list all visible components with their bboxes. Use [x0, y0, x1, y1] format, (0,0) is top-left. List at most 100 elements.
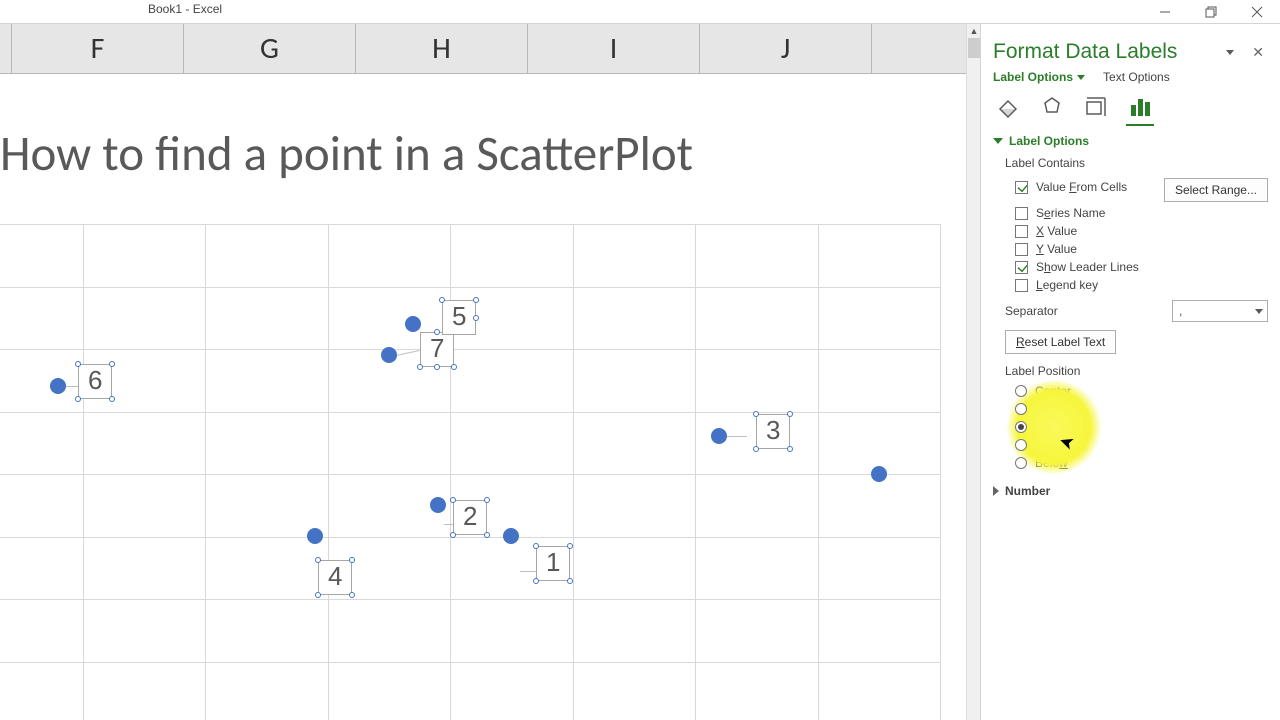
- radio-left[interactable]: [1015, 403, 1027, 415]
- checkbox-y-value[interactable]: [1015, 243, 1028, 256]
- radio-below[interactable]: [1015, 457, 1027, 469]
- section-number[interactable]: Number: [993, 484, 1268, 498]
- gridline: [328, 224, 329, 720]
- leader-line: [725, 436, 747, 437]
- radio-label: Center: [1035, 384, 1071, 398]
- data-label[interactable]: 5: [442, 300, 476, 335]
- tab-label: Text Options: [1103, 70, 1170, 84]
- window-restore-button[interactable]: [1188, 0, 1234, 24]
- label-contains-heading: Label Contains: [1005, 156, 1268, 170]
- data-label-text: 5: [452, 301, 466, 331]
- separator-label: Separator: [1005, 304, 1058, 318]
- gridline: [83, 224, 84, 720]
- data-label[interactable]: 7: [420, 332, 454, 367]
- window-title: Book1 - Excel: [148, 2, 222, 16]
- data-marker[interactable]: [871, 466, 887, 482]
- gridline: [0, 412, 940, 413]
- data-label[interactable]: 4: [318, 560, 352, 595]
- window-minimize-button[interactable]: [1142, 0, 1188, 24]
- radio-label: Below: [1035, 456, 1068, 470]
- fill-line-icon[interactable]: [995, 94, 1021, 120]
- label-position-heading: Label Position: [1005, 364, 1268, 378]
- checkbox-label: Show Leader Lines: [1036, 260, 1139, 274]
- data-label[interactable]: 6: [78, 364, 112, 399]
- data-label-text: 3: [766, 415, 780, 445]
- tab-label-options[interactable]: Label Options: [993, 70, 1085, 84]
- checkbox-x-value[interactable]: [1015, 225, 1028, 238]
- expand-icon: [993, 138, 1003, 144]
- radio-above[interactable]: [1015, 439, 1027, 451]
- section-title: Number: [1005, 484, 1050, 498]
- label-options-icon[interactable]: [1127, 94, 1153, 120]
- chevron-down-icon: [1255, 309, 1263, 314]
- pane-close-button[interactable]: ✕: [1248, 42, 1268, 63]
- select-range-button[interactable]: Select Range...: [1164, 178, 1268, 202]
- chart-object[interactable]: How to find a point in a ScatterPlot: [0, 74, 966, 720]
- radio-label: Right: [1035, 420, 1063, 434]
- column-headers: F G H I J: [0, 24, 966, 74]
- section-label-options[interactable]: Label Options: [993, 134, 1268, 148]
- gridline: [0, 349, 940, 350]
- data-label[interactable]: 1: [536, 546, 570, 581]
- gridline: [940, 224, 941, 720]
- gridline: [0, 599, 940, 600]
- data-label[interactable]: 3: [756, 414, 790, 449]
- data-marker[interactable]: [50, 378, 66, 394]
- gridline: [450, 224, 451, 720]
- checkbox-show-leader-lines[interactable]: [1015, 261, 1028, 274]
- separator-select[interactable]: ,: [1172, 300, 1268, 322]
- format-pane: Format Data Labels ✕ Label Options Text …: [980, 24, 1280, 720]
- gridline: [0, 662, 940, 663]
- data-marker[interactable]: [307, 528, 323, 544]
- section-title: Label Options: [1009, 134, 1089, 148]
- data-marker[interactable]: [503, 528, 519, 544]
- column-header[interactable]: F: [12, 24, 184, 73]
- checkbox-legend-key[interactable]: [1015, 279, 1028, 292]
- data-label-text: 4: [328, 561, 342, 591]
- radio-right[interactable]: [1015, 421, 1027, 433]
- radio-center[interactable]: [1015, 385, 1027, 397]
- checkbox-label: X Value: [1036, 224, 1077, 238]
- data-label-text: 7: [430, 333, 444, 363]
- tab-text-options[interactable]: Text Options: [1103, 70, 1170, 84]
- gridline: [0, 474, 940, 475]
- checkbox-label: Value From Cells: [1036, 180, 1127, 194]
- leader-line: [396, 350, 420, 356]
- column-header-gutter: [0, 24, 12, 73]
- vertical-scrollbar[interactable]: ▲: [966, 24, 980, 720]
- column-header[interactable]: H: [356, 24, 528, 73]
- data-marker[interactable]: [430, 497, 446, 513]
- reset-label-text-button[interactable]: Reset Label Text: [1005, 330, 1116, 354]
- data-marker[interactable]: [381, 347, 397, 363]
- column-header[interactable]: I: [528, 24, 700, 73]
- pane-category-icons: [993, 94, 1268, 120]
- checkbox-value-from-cells[interactable]: [1015, 181, 1028, 194]
- data-label-text: 6: [88, 365, 102, 395]
- gridline: [695, 224, 696, 720]
- gridline: [818, 224, 819, 720]
- pane-options-dropdown[interactable]: [1226, 50, 1234, 55]
- scroll-thumb[interactable]: [968, 38, 980, 58]
- radio-label: Left: [1035, 402, 1055, 416]
- size-properties-icon[interactable]: [1083, 94, 1109, 120]
- data-label[interactable]: 2: [453, 500, 487, 535]
- separator-value: ,: [1179, 304, 1182, 318]
- column-header[interactable]: J: [700, 24, 872, 73]
- leader-line: [64, 386, 78, 387]
- scroll-up-arrow[interactable]: ▲: [967, 24, 981, 38]
- data-marker[interactable]: [405, 316, 421, 332]
- checkbox-series-name[interactable]: [1015, 207, 1028, 220]
- window-close-button[interactable]: [1234, 0, 1280, 24]
- effects-icon[interactable]: [1039, 94, 1065, 120]
- worksheet-area[interactable]: F G H I J ▲ How to find a point in a Sca…: [0, 24, 980, 720]
- plot-area[interactable]: 6 7 5 3 2: [0, 224, 940, 720]
- gridline: [205, 224, 206, 720]
- data-marker[interactable]: [711, 428, 727, 444]
- pane-title: Format Data Labels: [993, 40, 1177, 64]
- chart-title[interactable]: How to find a point in a ScatterPlot: [0, 124, 693, 184]
- radio-label: Above: [1035, 438, 1069, 452]
- checkbox-label: Series Name: [1036, 206, 1105, 220]
- gridline: [0, 537, 940, 538]
- tab-label: Label Options: [993, 70, 1073, 84]
- column-header[interactable]: G: [184, 24, 356, 73]
